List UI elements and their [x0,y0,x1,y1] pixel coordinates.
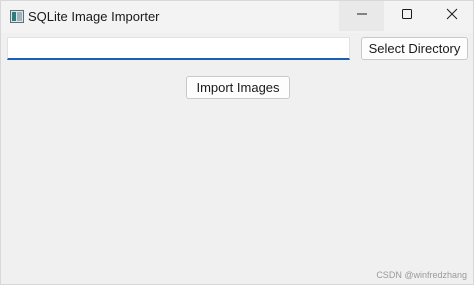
minimize-button[interactable] [339,1,384,31]
import-images-button[interactable]: Import Images [186,76,290,99]
directory-path-input[interactable] [7,37,350,60]
title-bar[interactable]: SQLite Image Importer [1,1,473,33]
maximize-button[interactable] [384,1,429,31]
close-button[interactable] [429,1,473,31]
app-window-icon [10,10,24,23]
window-title: SQLite Image Importer [28,9,160,24]
minimize-icon [356,7,368,25]
close-icon [446,7,458,25]
select-directory-button[interactable]: Select Directory [361,37,468,60]
watermark-text: CSDN @winfredzhang [376,270,467,280]
app-window: SQLite Image Importer Select Directory I… [0,0,474,285]
maximize-icon [401,7,413,25]
